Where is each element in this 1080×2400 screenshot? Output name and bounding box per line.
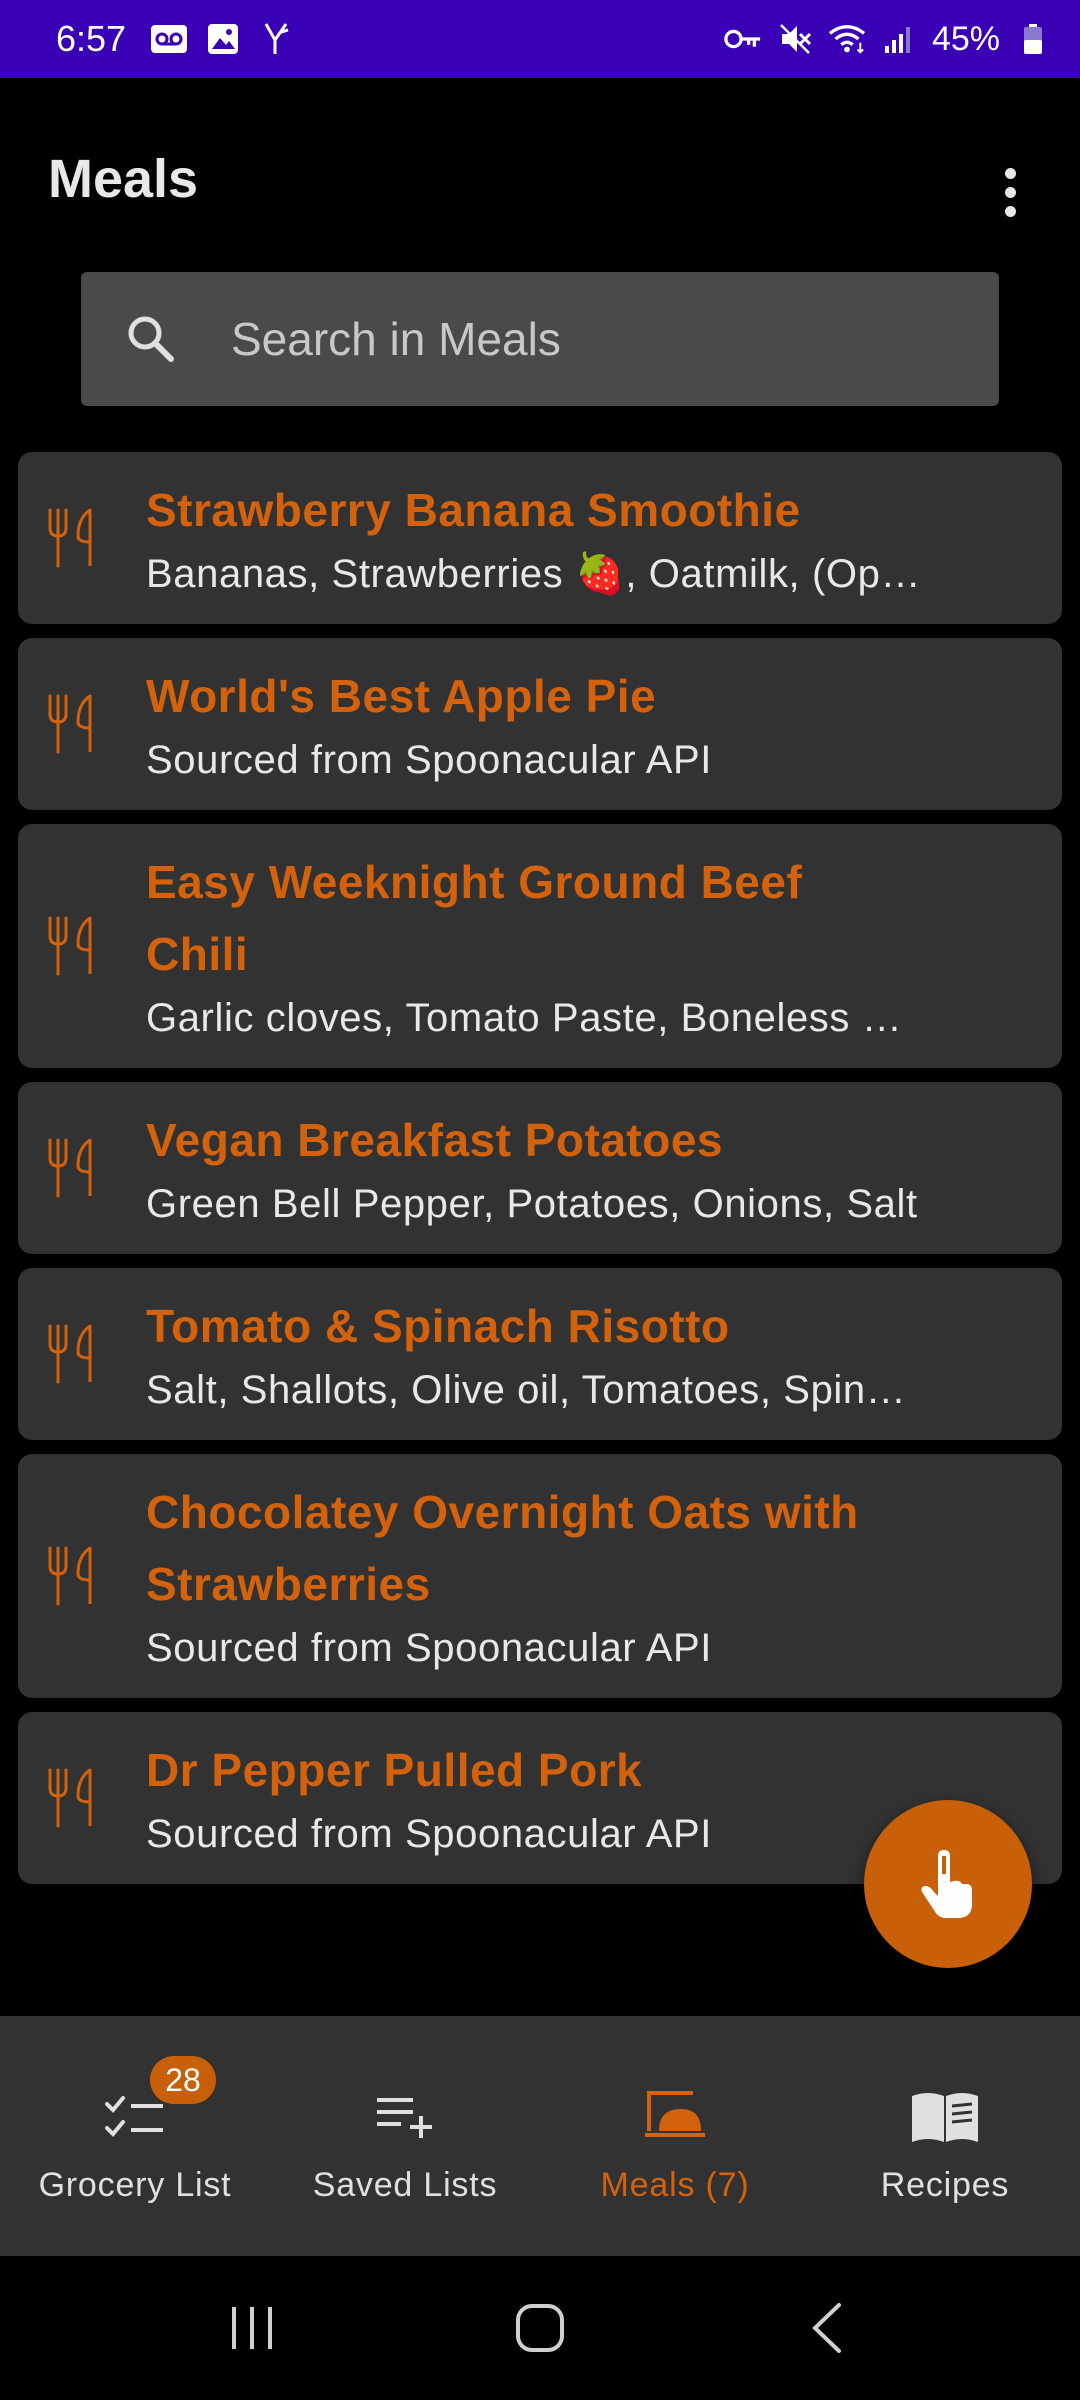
voicemail-icon — [150, 20, 188, 58]
bottom-navigation: 28 Grocery List Saved Lists Meals (7) Re… — [0, 2016, 1080, 2256]
nav-label: Grocery List — [38, 2166, 232, 2204]
nav-label: Saved Lists — [312, 2166, 498, 2204]
meal-ingredients: Bananas, Strawberries 🍓, Oatmilk, (Optio… — [146, 552, 926, 596]
status-bar: 6:57 45% — [0, 0, 1080, 78]
meal-title: Tomato & Spinach Risotto — [146, 1300, 730, 1352]
fork-knife-icon — [18, 914, 130, 978]
meal-title: Chocolatey Overnight Oats with Strawberr… — [146, 1486, 859, 1610]
nav-item-meals[interactable]: Meals (7) — [540, 2016, 810, 2256]
dot — [1004, 205, 1016, 217]
meal-title: Dr Pepper Pulled Pork — [146, 1744, 643, 1796]
dot — [1004, 167, 1016, 179]
wifi-icon — [828, 20, 866, 58]
status-left-icons — [150, 20, 296, 58]
meal-ingredients: Sourced from Spoonacular API — [146, 738, 712, 782]
back-icon — [811, 2303, 841, 2353]
meal-ingredients: Garlic cloves, Tomato Paste, Boneless Be… — [146, 996, 926, 1040]
nav-label: Meals (7) — [600, 2166, 750, 2204]
meal-card[interactable]: Strawberry Banana Smoothie Bananas, Stra… — [18, 452, 1062, 624]
fork-knife-icon — [18, 1766, 130, 1830]
meal-card[interactable]: World's Best Apple Pie Sourced from Spoo… — [18, 638, 1062, 810]
tap-action-fab[interactable] — [864, 1800, 1032, 1968]
battery-percent: 45% — [931, 19, 1000, 58]
nav-item-grocery-list[interactable]: 28 Grocery List — [0, 2016, 270, 2256]
fork-knife-icon — [18, 1544, 130, 1608]
fork-knife-icon — [18, 1136, 130, 1200]
meal-ingredients: Green Bell Pepper, Potatoes, Onions, Sal… — [146, 1182, 918, 1226]
nav-item-recipes[interactable]: Recipes — [810, 2016, 1080, 2256]
nav-item-saved-lists[interactable]: Saved Lists — [270, 2016, 540, 2256]
meal-title: Easy Weeknight Ground Beef Chili — [146, 856, 803, 980]
more-options-button[interactable] — [990, 152, 1030, 232]
recent-apps-icon — [232, 2307, 273, 2349]
signal-icon — [880, 20, 918, 58]
recent-apps-button[interactable] — [203, 2288, 303, 2368]
app-bar: Meals — [0, 78, 1080, 278]
meal-ingredients: Sourced from Spoonacular API — [146, 1626, 712, 1670]
vpn-key-icon — [724, 20, 762, 58]
fork-knife-icon — [18, 1322, 130, 1386]
meal-ingredients: Salt, Shallots, Olive oil, Tomatoes, Spi… — [146, 1368, 926, 1412]
meal-card[interactable]: Tomato & Spinach Risotto Salt, Shallots,… — [18, 1268, 1062, 1440]
fork-knife-icon — [18, 692, 130, 756]
search-bar[interactable] — [81, 272, 999, 406]
fork-knife-icon — [18, 506, 130, 570]
status-time: 6:57 — [56, 18, 127, 59]
yammer-icon — [258, 20, 296, 58]
meal-title: Strawberry Banana Smoothie — [146, 484, 801, 536]
page-title: Meals — [48, 149, 199, 209]
meal-card[interactable]: Vegan Breakfast Potatoes Green Bell Pepp… — [18, 1082, 1062, 1254]
book-icon — [910, 2084, 980, 2150]
meal-title: World's Best Apple Pie — [146, 670, 657, 722]
playlist-add-icon — [373, 2084, 437, 2150]
meal-icon — [643, 2084, 707, 2150]
meal-title: Vegan Breakfast Potatoes — [146, 1114, 724, 1166]
dot — [1004, 186, 1016, 198]
home-button[interactable] — [490, 2288, 590, 2368]
back-button[interactable] — [777, 2288, 877, 2368]
mute-icon — [776, 20, 814, 58]
battery-icon — [1014, 20, 1052, 58]
nav-label: Recipes — [880, 2166, 1010, 2204]
home-icon — [515, 2304, 564, 2352]
touch-icon — [921, 1850, 972, 1918]
system-navigation-bar — [0, 2256, 1080, 2400]
meal-card[interactable]: Easy Weeknight Ground Beef Chili Garlic … — [18, 824, 1062, 1068]
meal-card[interactable]: Chocolatey Overnight Oats with Strawberr… — [18, 1454, 1062, 1698]
image-icon — [204, 20, 242, 58]
search-input[interactable] — [231, 312, 931, 366]
grocery-count-badge: 28 — [150, 2056, 216, 2104]
search-icon — [128, 316, 174, 362]
meal-ingredients: Sourced from Spoonacular API — [146, 1812, 712, 1856]
meal-list: Strawberry Banana Smoothie Bananas, Stra… — [18, 452, 1062, 1898]
status-right-icons: 45% — [724, 20, 1052, 59]
